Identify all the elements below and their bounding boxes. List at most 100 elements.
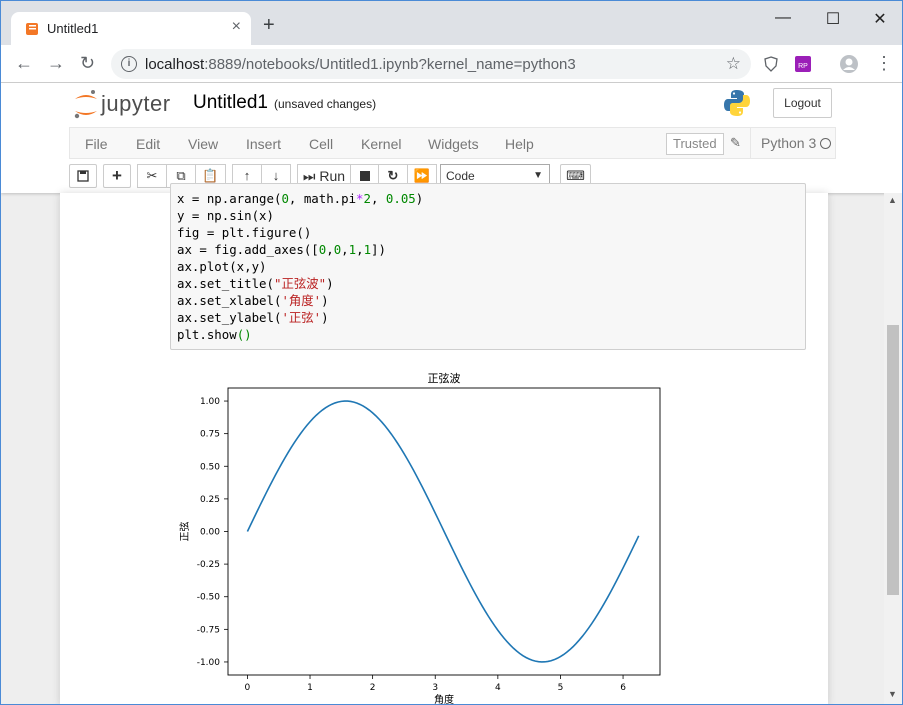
tab-strip: Untitled1 × + — ☐ ✕ <box>1 1 902 45</box>
code-token: 0 <box>281 191 289 206</box>
close-window-button[interactable]: ✕ <box>865 9 895 29</box>
code-line: ax.set_xlabel('角度') <box>177 292 423 309</box>
fast-forward-icon: ⏩ <box>413 168 431 183</box>
paste-icon: 📋 <box>202 168 219 183</box>
url-text[interactable]: localhost:8889/notebooks/Untitled1.ipynb… <box>145 56 576 73</box>
shield-extension-icon[interactable] <box>763 56 779 72</box>
code-token: ) <box>415 191 424 206</box>
code-line: y = np.sin(x) <box>177 207 423 224</box>
save-status: (unsaved changes) <box>274 97 377 111</box>
menu-insert[interactable]: Insert <box>246 136 281 152</box>
code-token: ax.set_xlabel( <box>177 293 282 308</box>
code-token: x = np.arange( <box>177 191 282 206</box>
step-forward-icon: ⏭ <box>302 168 316 184</box>
code-token: , <box>370 191 386 206</box>
code-token: ) <box>326 276 334 291</box>
x-tick-label: 6 <box>620 683 626 693</box>
insert-cell-button[interactable]: + <box>103 164 131 188</box>
menu-view[interactable]: View <box>188 136 218 152</box>
browser-window: Untitled1 × + — ☐ ✕ ← → ↻ i localhost:88… <box>0 0 903 705</box>
code-cell[interactable]: x = np.arange(0, math.pi*2, 0.05) y = np.… <box>170 183 806 350</box>
reload-icon[interactable]: ↻ <box>80 54 95 72</box>
y-tick-label: 0.25 <box>200 495 220 505</box>
floppy-icon <box>77 170 89 182</box>
code-token: y = np.sin(x) <box>177 208 274 223</box>
x-tick-label: 1 <box>307 683 313 693</box>
cut-button[interactable]: ✂ <box>137 164 167 188</box>
browser-toolbar: ← → ↻ i localhost:8889/notebooks/Untitle… <box>1 45 902 83</box>
back-arrow-icon[interactable]: ← <box>15 54 33 72</box>
save-button[interactable] <box>69 164 97 188</box>
x-tick-label: 4 <box>495 683 501 693</box>
svg-text:RP: RP <box>798 63 808 70</box>
code-token: fig = plt.figure() <box>177 225 312 240</box>
y-tick-label: 0.75 <box>200 430 220 440</box>
code-token: ax.set_ylabel( <box>177 310 282 325</box>
forward-arrow-icon[interactable]: → <box>47 54 65 72</box>
new-tab-button[interactable]: + <box>263 15 275 35</box>
menu-edit[interactable]: Edit <box>136 136 160 152</box>
menu-cell[interactable]: Cell <box>309 136 333 152</box>
jupyter-logo-text[interactable]: jupyter <box>101 91 171 117</box>
tab-close-icon[interactable]: × <box>232 18 241 36</box>
y-axis-label: 正弦 <box>178 522 191 542</box>
run-label: Run <box>319 168 346 184</box>
edit-pencil-icon[interactable]: ✎ <box>730 135 741 151</box>
trusted-indicator[interactable]: Trusted <box>666 133 724 155</box>
logout-button[interactable]: Logout <box>773 88 832 118</box>
sine-chart: 正弦波 0 1 2 3 4 5 6 1.00 0.75 0.50 0.25 0.00 -0.25 -0.50… <box>178 371 661 704</box>
code-token: 2 <box>363 191 371 206</box>
code-editor[interactable]: x = np.arange(0, math.pi*2, 0.05) y = np.… <box>177 190 423 343</box>
arrow-down-icon: ↓ <box>272 168 280 183</box>
copy-icon: ⧉ <box>176 168 186 183</box>
x-tick-label: 3 <box>432 683 438 693</box>
keyboard-icon: ⌨ <box>566 168 585 183</box>
scroll-down-icon[interactable]: ▼ <box>888 689 897 699</box>
stop-icon <box>359 171 370 181</box>
code-line: ax.set_title("正弦波") <box>177 275 423 292</box>
profile-avatar-icon[interactable] <box>839 54 859 74</box>
browser-tab[interactable]: Untitled1 × <box>11 12 251 45</box>
python-logo-icon <box>724 90 750 116</box>
maximize-button[interactable]: ☐ <box>818 9 848 29</box>
code-line: fig = plt.figure() <box>177 224 423 241</box>
scroll-thumb[interactable] <box>887 325 899 595</box>
address-bar[interactable]: i localhost:8889/notebooks/Untitled1.ipy… <box>111 49 751 79</box>
menu-kernel[interactable]: Kernel <box>361 136 401 152</box>
x-tick-label: 0 <box>245 683 251 693</box>
minimize-button[interactable]: — <box>768 9 798 27</box>
code-token: '角度' <box>281 293 322 308</box>
output-area: 正弦波 0 1 2 3 4 5 6 1.00 0.75 0.50 0.25 0.00 -0.25 -0.50… <box>170 360 670 704</box>
browser-menu-icon[interactable]: ⋮ <box>875 54 893 72</box>
bookmark-star-icon[interactable]: ☆ <box>726 54 741 74</box>
y-tick-label: 1.00 <box>200 397 220 407</box>
jupyter-logo-icon[interactable] <box>73 89 99 121</box>
menu-help[interactable]: Help <box>505 136 534 152</box>
code-line: ax = fig.add_axes([0,0,1,1]) <box>177 241 423 258</box>
restart-icon: ↻ <box>387 168 399 183</box>
sine-series-line <box>246 400 640 663</box>
y-tick-label: 0.50 <box>200 462 220 472</box>
code-line: plt.show() <box>177 326 423 343</box>
y-tick-label: -0.75 <box>197 625 220 635</box>
code-token: ax.plot(x,y) <box>177 259 267 274</box>
rp-extension-icon[interactable]: RP <box>795 56 811 72</box>
code-token: () <box>236 327 252 342</box>
code-token: ) <box>321 293 329 308</box>
page-scrollbar[interactable]: ▲ ▼ <box>884 193 902 704</box>
menu-file[interactable]: File <box>85 136 108 152</box>
menu-widgets[interactable]: Widgets <box>428 136 479 152</box>
chart-title: 正弦波 <box>428 371 461 385</box>
code-token: "正弦波" <box>273 276 327 291</box>
tab-title: Untitled1 <box>47 21 99 36</box>
y-tick-label: 0.00 <box>200 528 220 538</box>
kernel-status-indicator <box>820 138 831 149</box>
plus-icon: + <box>112 166 122 185</box>
cell-type-value: Code <box>446 169 475 183</box>
jupyter-menubar: File Edit View Insert Cell Kernel Widget… <box>69 127 836 159</box>
scroll-up-icon[interactable]: ▲ <box>888 195 897 205</box>
code-token: 0.05 <box>385 191 416 206</box>
notebook-name[interactable]: Untitled1 <box>193 92 268 114</box>
info-icon[interactable]: i <box>121 56 137 72</box>
code-line: ax.plot(x,y) <box>177 258 423 275</box>
